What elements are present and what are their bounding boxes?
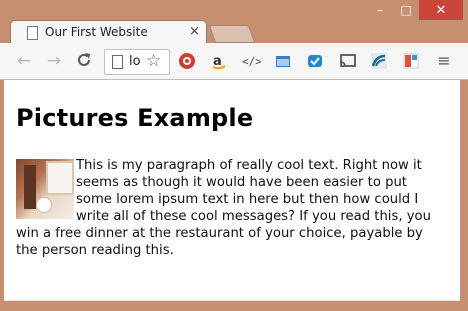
folder-icon[interactable]: [273, 51, 293, 71]
page-icon: [112, 55, 123, 69]
reload-icon: [78, 53, 90, 66]
forward-button[interactable]: →: [43, 51, 65, 71]
address-input[interactable]: lo: [129, 54, 143, 69]
new-tab-button[interactable]: [208, 25, 256, 43]
page-icon: [27, 26, 38, 40]
amazon-icon[interactable]: a: [209, 51, 229, 71]
reload-button[interactable]: [73, 51, 95, 71]
tag-icon[interactable]: [305, 51, 325, 71]
interior-photo: [16, 159, 74, 219]
paragraph: This is my paragraph of really cool text…: [16, 157, 436, 259]
address-bar[interactable]: lo ☆: [104, 49, 170, 75]
tab-title: Our First Website: [45, 25, 148, 39]
bookmark-star-icon[interactable]: ☆: [146, 51, 161, 71]
back-button[interactable]: ←: [13, 51, 35, 71]
browser-window: – □ ✕ Our First Website × ← → lo ☆ a </>…: [0, 0, 468, 311]
minimize-button[interactable]: –: [367, 0, 393, 20]
window-controls: – □ ✕: [367, 0, 463, 20]
wave-icon[interactable]: [369, 51, 389, 71]
page-content: Pictures Example This is my paragraph of…: [4, 80, 460, 300]
toolbar: ← → lo ☆ a </> ≡: [0, 43, 468, 80]
cast-icon[interactable]: [338, 51, 358, 71]
bottom-border: [4, 300, 460, 301]
paragraph-text: This is my paragraph of really cool text…: [16, 158, 431, 258]
tab-active[interactable]: Our First Website ×: [10, 20, 207, 45]
tab-close-button[interactable]: ×: [189, 24, 200, 39]
settings-icon[interactable]: [177, 51, 197, 71]
svg-text:</>: </>: [242, 55, 261, 68]
bookmark-icon[interactable]: [401, 51, 421, 71]
close-window-button[interactable]: ✕: [419, 0, 463, 20]
code-icon[interactable]: </>: [241, 51, 261, 71]
menu-button[interactable]: ≡: [436, 51, 452, 70]
page-title: Pictures Example: [16, 104, 254, 132]
maximize-button[interactable]: □: [393, 0, 419, 20]
